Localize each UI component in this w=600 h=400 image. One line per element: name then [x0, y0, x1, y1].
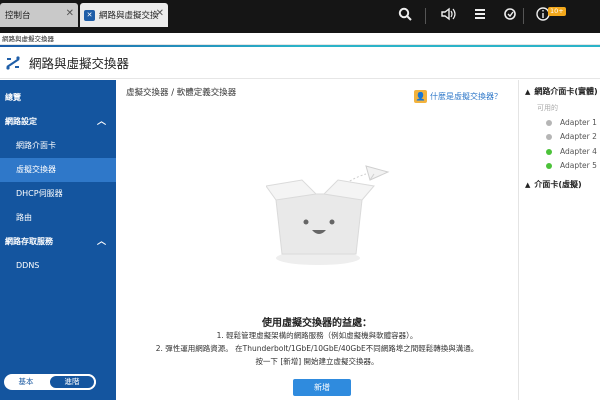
page-path: 虛擬交換器 / 軟體定義交換器 [126, 88, 237, 98]
benefit-line-3: 按一下 [新增] 開始建立虛擬交換器。 [255, 357, 379, 366]
help-person-icon: 👤 [414, 90, 427, 103]
sidebar-item-overview[interactable]: 總覽 [0, 86, 116, 110]
sync-icon[interactable] [503, 7, 517, 25]
adapter-label: Adapter 4 [560, 147, 597, 156]
help-link[interactable]: 👤 什麼是虛擬交換器？ [414, 90, 502, 103]
main-content: 虛擬交換器 / 軟體定義交換器 👤 什麼是虛擬交換器？ 使用虛擬交換器的益處： … [116, 80, 518, 400]
adapter-item[interactable]: Adapter 1 [546, 118, 597, 127]
status-dot-icon [546, 119, 552, 126]
mode-advanced-button[interactable]: 進階 [48, 374, 96, 390]
caret-up-icon: ▲ [525, 88, 531, 96]
benefit-line-2: 2. 彈性運用網路資源。 在Thunderbolt/1GbE/10GbE/40G… [155, 344, 479, 353]
sidebar-item-label: 總覽 [5, 93, 21, 102]
app-header: 網路與虛擬交換器 [0, 47, 600, 79]
sidebar-item-ddns[interactable]: DDNS [0, 254, 116, 278]
sidebar-item-virtual-switch[interactable]: 虛擬交換器 [0, 158, 116, 182]
breadcrumb: 網路與虛擬交換器 [0, 33, 600, 45]
sidebar-item-network-access-services[interactable]: 網路存取服務 ︿ [0, 230, 116, 254]
search-icon[interactable] [398, 7, 412, 25]
sidebar-item-label: 網路存取服務 [5, 237, 53, 246]
sidebar-item-label: 網路設定 [5, 117, 37, 126]
tab-network-virtual-switch[interactable]: ✕ 網路與虛擬交換... ✕ [80, 3, 168, 27]
mode-basic-button[interactable]: 基本 [4, 374, 48, 390]
physical-adapters-section[interactable]: ▲ 網路介面卡(實體) [525, 86, 598, 97]
sidebar-item-network-settings[interactable]: 網路設定 ︿ [0, 110, 116, 134]
network-app-icon: ✕ [84, 9, 95, 21]
sidebar-item-label: DDNS [16, 261, 40, 270]
sidebar-item-dhcp-server[interactable]: DHCP伺服器 [0, 182, 116, 206]
caret-up-icon: ▲ [525, 181, 531, 189]
adapter-item[interactable]: Adapter 2 [546, 132, 597, 141]
stack-icon[interactable] [473, 7, 487, 25]
section-label: 介面卡(虛擬) [534, 180, 582, 189]
mode-toggle: 基本 進階 [4, 374, 96, 390]
section-label: 網路介面卡(實體) [534, 87, 598, 96]
help-link-label: 什麼是虛擬交換器？ [430, 92, 502, 101]
tab-label: 網路與虛擬交換... [99, 11, 159, 21]
adapter-label: Adapter 5 [560, 161, 597, 170]
status-dot-icon [546, 148, 552, 155]
adapter-item[interactable]: Adapter 4 [546, 147, 597, 156]
tab-label: 控制台 [5, 11, 31, 21]
status-dot-icon [546, 133, 552, 140]
volume-icon[interactable] [441, 7, 457, 25]
available-label: 可用的 [537, 104, 558, 112]
sidebar-item-network-adapters[interactable]: 網路介面卡 [0, 134, 116, 158]
virtual-adapters-section[interactable]: ▲ 介面卡(虛擬) [525, 179, 582, 190]
notification-badge: 10+ [548, 7, 566, 16]
right-panel: ▲ 網路介面卡(實體) 可用的 Adapter 1 Adapter 2 Adapt… [518, 80, 600, 400]
sidebar-item-routing[interactable]: 路由 [0, 206, 116, 230]
adapter-label: Adapter 2 [560, 132, 597, 141]
network-switch-icon [5, 55, 21, 71]
add-button[interactable]: 新增 [293, 379, 351, 396]
app-window: 網路與虛擬交換器 網路與虛擬交換器 總覽 網路設定 ︿ 網路介面卡 虛擬交換器 D… [0, 33, 600, 400]
close-icon[interactable]: ✕ [156, 8, 164, 19]
status-dot-icon [546, 162, 552, 169]
close-icon[interactable]: ✕ [66, 8, 74, 19]
benefit-title: 使用虛擬交換器的益處： [262, 318, 372, 329]
benefit-line-1: 1. 輕鬆管理虛擬架構的網路服務（例如虛擬機與軟體容器）。 [216, 331, 418, 340]
chevron-up-icon: ︿ [96, 117, 106, 127]
sidebar: 總覽 網路設定 ︿ 網路介面卡 虛擬交換器 DHCP伺服器 路由 網路存取服務 ︿ … [0, 80, 116, 400]
adapter-label: Adapter 1 [560, 118, 597, 127]
adapter-item[interactable]: Adapter 5 [546, 161, 597, 170]
sidebar-item-label: 路由 [16, 213, 32, 222]
divider [523, 8, 524, 24]
sidebar-item-label: 虛擬交換器 [16, 165, 56, 174]
empty-box-illustration [266, 165, 390, 265]
taskbar: 控制台 ✕ ✕ 網路與虛擬交換... ✕ 10+ [0, 0, 600, 33]
sidebar-item-label: DHCP伺服器 [16, 189, 63, 198]
divider [425, 8, 426, 24]
tab-console[interactable]: 控制台 ✕ [0, 3, 78, 27]
app-title: 網路與虛擬交換器 [29, 56, 130, 71]
chevron-up-icon: ︿ [96, 237, 106, 247]
sidebar-item-label: 網路介面卡 [16, 141, 56, 150]
